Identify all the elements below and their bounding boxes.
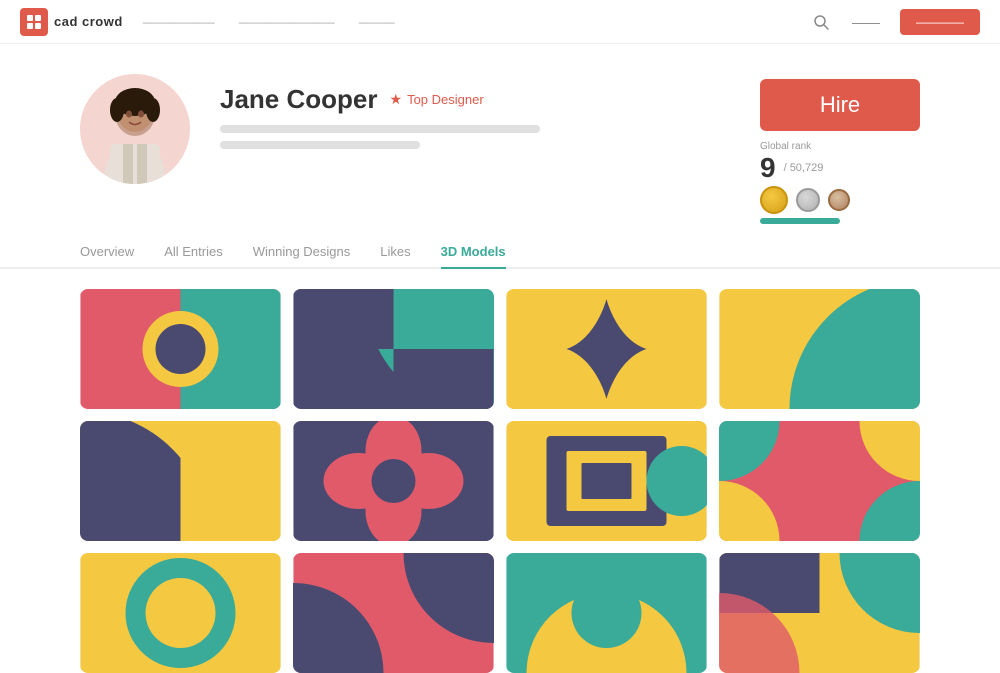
search-icon[interactable]	[810, 11, 832, 33]
design-card-12[interactable]	[719, 553, 920, 673]
nav-link-2[interactable]: ————————	[239, 15, 335, 29]
nav-link-3[interactable]: ———	[359, 15, 395, 29]
tab-likes[interactable]: Likes	[380, 244, 410, 269]
logo[interactable]: cad crowd	[20, 8, 123, 36]
avatar-image	[95, 84, 175, 184]
hire-button[interactable]: Hire	[760, 79, 920, 131]
badge-text: Top Designer	[407, 92, 484, 107]
logo-text: cad crowd	[54, 14, 123, 29]
design-card-7[interactable]	[506, 421, 707, 541]
tabs-row: Overview All Entries Winning Designs Lik…	[0, 244, 1000, 269]
top-designer-badge: ★ Top Designer	[390, 91, 484, 108]
tab-all-entries[interactable]: All Entries	[164, 244, 223, 269]
design-card-4[interactable]	[719, 289, 920, 409]
badge-icons	[760, 186, 920, 214]
design-card-1[interactable]	[80, 289, 281, 409]
tab-overview[interactable]: Overview	[80, 244, 134, 269]
nav-links: —————— ———————— ———	[143, 15, 457, 29]
gold-badge-icon	[760, 186, 788, 214]
design-card-6[interactable]	[293, 421, 494, 541]
design-card-3[interactable]	[506, 289, 707, 409]
design-card-11[interactable]	[506, 553, 707, 673]
profile-bio-line1	[220, 125, 540, 133]
profile-section: Jane Cooper ★ Top Designer Hire Global r…	[0, 44, 1000, 244]
nav-more[interactable]: ——	[852, 14, 880, 30]
rank-row: 9 / 50,729	[760, 152, 920, 184]
avatar-wrapper	[80, 74, 190, 184]
design-card-5[interactable]	[80, 421, 281, 541]
profile-bio-line2	[220, 141, 420, 149]
nav-link-1[interactable]: ——————	[143, 15, 215, 29]
navbar: cad crowd —————— ———————— ——— —— ————	[0, 0, 1000, 44]
global-rank: Global rank 9 / 50,729	[760, 141, 920, 224]
global-rank-label: Global rank	[760, 141, 920, 152]
bronze-badge-icon	[828, 189, 850, 211]
design-card-8[interactable]	[719, 421, 920, 541]
rank-total: / 50,729	[784, 162, 824, 174]
rank-progress-bar	[760, 218, 840, 224]
rank-number: 9	[760, 152, 776, 184]
design-card-2[interactable]	[293, 289, 494, 409]
avatar	[80, 74, 190, 184]
profile-name: Jane Cooper	[220, 84, 378, 115]
hire-panel: Hire Global rank 9 / 50,729	[760, 79, 920, 224]
designs-grid	[0, 289, 1000, 673]
tab-3d-models[interactable]: 3D Models	[441, 244, 506, 269]
silver-badge-icon	[796, 188, 820, 212]
nav-cta-button[interactable]: ————	[900, 9, 980, 35]
logo-icon	[20, 8, 48, 36]
tab-winning-designs[interactable]: Winning Designs	[253, 244, 351, 269]
design-card-10[interactable]	[293, 553, 494, 673]
profile-info: Jane Cooper ★ Top Designer	[220, 74, 730, 149]
star-icon: ★	[390, 91, 403, 108]
design-card-9[interactable]	[80, 553, 281, 673]
profile-name-row: Jane Cooper ★ Top Designer	[220, 84, 730, 115]
